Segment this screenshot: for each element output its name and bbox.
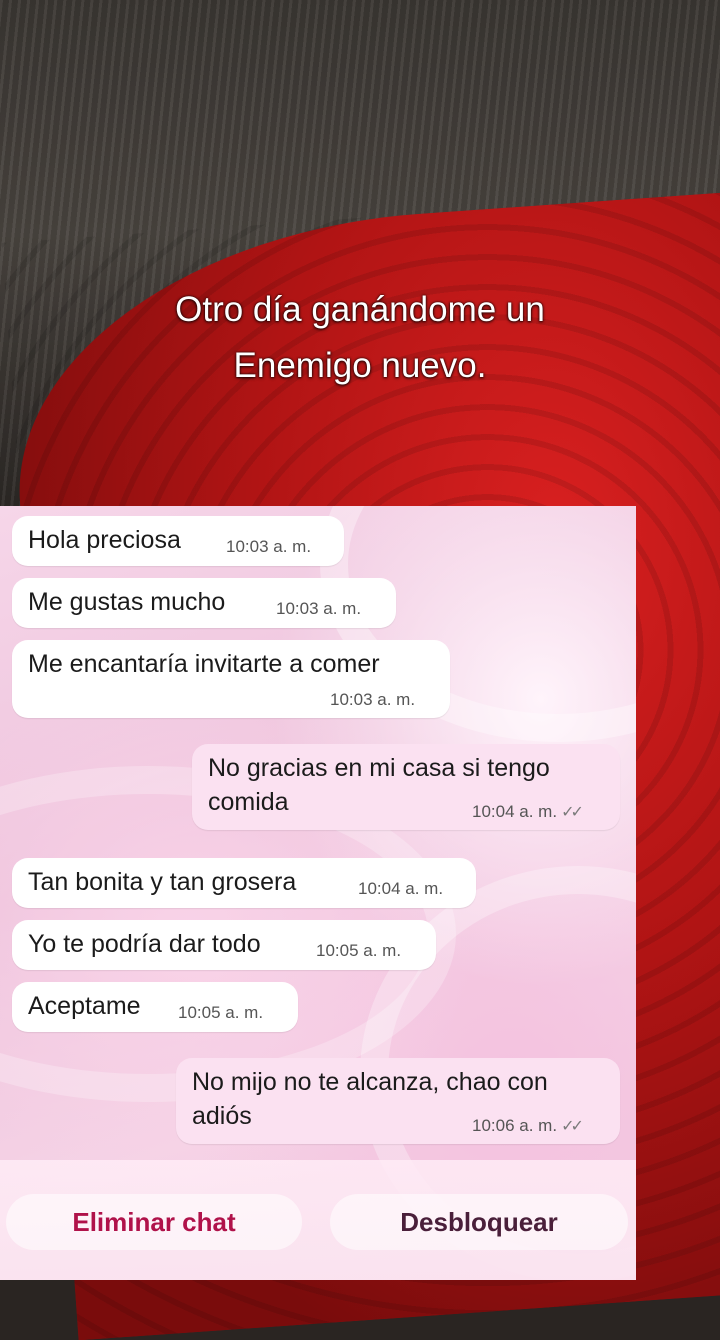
unblock-button[interactable]: Desbloquear — [330, 1194, 628, 1250]
message-bubble-incoming[interactable]: Yo te podría dar todo 10:05 a. m. — [12, 920, 436, 970]
message-time: 10:06 a. m. — [472, 1116, 558, 1135]
message-bubble-outgoing[interactable]: No mijo no te alcanza, chao con adiós 10… — [176, 1058, 620, 1144]
double-check-icon: ✓✓ — [561, 1118, 584, 1135]
caption-line-2: Enemigo nuevo. — [233, 346, 487, 385]
message-text: Tan bonita y tan grosera — [28, 868, 297, 896]
message-time: 10:04 a. m. — [472, 802, 558, 821]
message-text-line-2: adiós — [192, 1102, 252, 1130]
message-time: 10:05 a. m. — [178, 1003, 264, 1022]
delete-chat-button[interactable]: Eliminar chat — [6, 1194, 302, 1250]
message-text-line-2: comida — [208, 788, 289, 816]
message-bubble-incoming[interactable]: Hola preciosa 10:03 a. m. — [12, 516, 344, 566]
message-time: 10:03 a. m. — [276, 599, 362, 618]
caption-line-1: Otro día ganándome un — [175, 290, 545, 329]
message-text-line-1: No gracias en mi casa si tengo — [208, 754, 550, 782]
message-text: Me encantaría invitarte a comer — [28, 650, 380, 678]
message-text: Aceptame — [28, 992, 141, 1020]
blocked-chat-actions: Eliminar chat Desbloquear — [0, 1160, 636, 1280]
chat-screenshot: Hola preciosa 10:03 a. m. Me gustas much… — [0, 506, 636, 1280]
message-time: 10:03 a. m. — [226, 537, 312, 556]
message-bubble-outgoing[interactable]: No gracias en mi casa si tengo comida 10… — [192, 744, 620, 830]
message-time: 10:04 a. m. — [358, 879, 444, 898]
message-text: Yo te podría dar todo — [28, 930, 261, 958]
message-bubble-incoming[interactable]: Aceptame 10:05 a. m. — [12, 982, 298, 1032]
message-text: Hola preciosa — [28, 526, 181, 554]
message-bubble-incoming[interactable]: Me gustas mucho 10:03 a. m. — [12, 578, 396, 628]
message-time: 10:03 a. m. — [330, 690, 416, 709]
double-check-icon: ✓✓ — [561, 804, 584, 821]
video-caption: Otro día ganándome un Enemigo nuevo. — [0, 282, 720, 394]
message-time: 10:05 a. m. — [316, 941, 402, 960]
message-bubble-incoming[interactable]: Me encantaría invitarte a comer 10:03 a.… — [12, 640, 450, 718]
message-bubble-incoming[interactable]: Tan bonita y tan grosera 10:04 a. m. — [12, 858, 476, 908]
message-text: Me gustas mucho — [28, 588, 226, 616]
message-text-line-1: No mijo no te alcanza, chao con — [192, 1068, 548, 1096]
